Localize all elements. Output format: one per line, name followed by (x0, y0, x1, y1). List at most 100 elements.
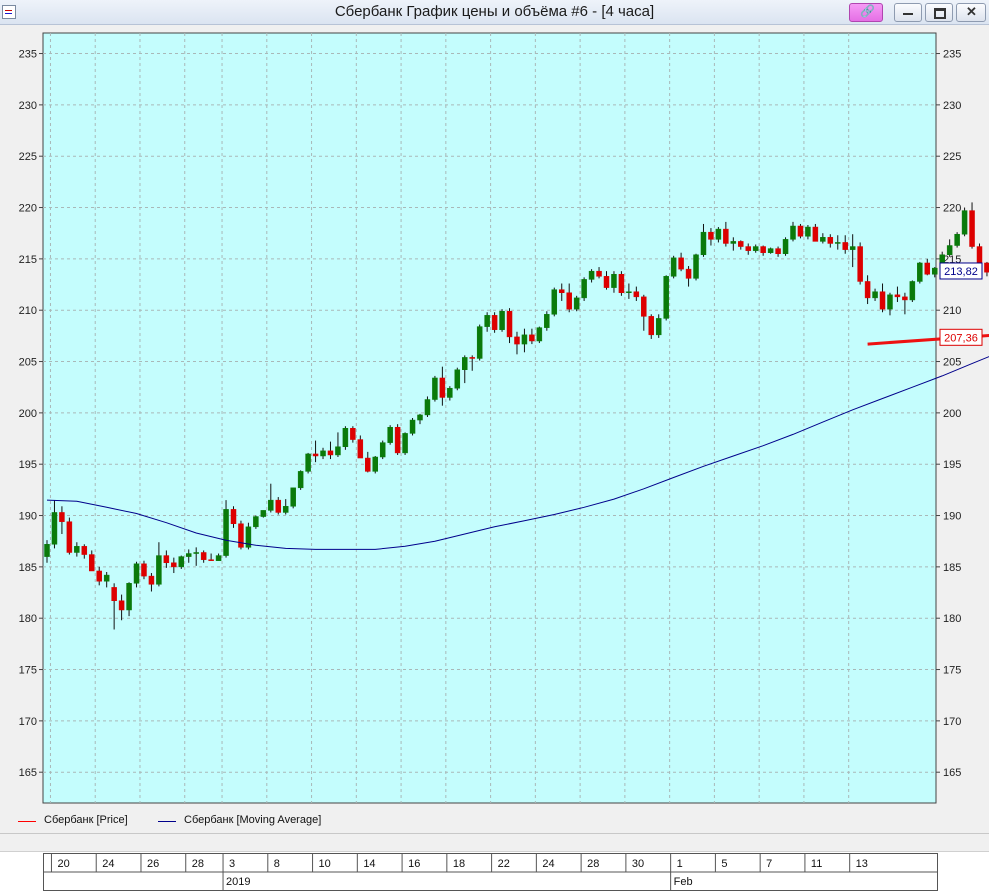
restore-button[interactable] (925, 3, 953, 22)
candle-down (328, 451, 333, 455)
candle-down (358, 440, 363, 458)
candle-down (82, 546, 87, 554)
candle-up (910, 281, 915, 299)
candle-up (955, 234, 960, 245)
candle-up (127, 583, 132, 610)
candle-down (365, 458, 370, 471)
candle-down (112, 587, 117, 600)
candle-up (462, 357, 467, 369)
date-label: 16 (408, 858, 420, 870)
candle-down (238, 524, 243, 548)
candle-down (970, 211, 975, 247)
candle-down (276, 500, 281, 512)
candle-down (641, 297, 646, 317)
candle-down (895, 295, 900, 297)
candle-up (671, 258, 676, 276)
candle-down (529, 335, 534, 341)
date-label: 3 (229, 858, 235, 870)
candle-down (492, 315, 497, 329)
candle-up (156, 556, 161, 585)
date-label: 24 (102, 858, 114, 870)
y-tick-label-right: 170 (943, 716, 961, 728)
candle-up (552, 290, 557, 315)
candle-down (865, 281, 870, 297)
close-button[interactable]: ✕ (956, 3, 986, 22)
y-tick-label-left: 215 (19, 254, 37, 266)
candle-up (582, 279, 587, 297)
candle-up (820, 237, 825, 241)
y-tick-label-right: 200 (943, 408, 961, 420)
candle-up (477, 327, 482, 359)
date-label: 11 (811, 858, 822, 870)
candle-up (283, 506, 288, 512)
candle-up (544, 314, 549, 327)
candle-down (977, 247, 982, 263)
y-tick-label-left: 175 (19, 665, 37, 677)
date-label: 5 (721, 858, 727, 870)
y-tick-label-right: 175 (943, 665, 961, 677)
candle-up (731, 241, 736, 243)
link-button[interactable]: 🔗 (849, 3, 883, 22)
y-tick-label-right: 165 (943, 767, 961, 779)
candle-down (313, 454, 318, 456)
price-chart[interactable]: 1651651701701751751801801851851901901951… (0, 24, 989, 810)
separator (0, 833, 989, 834)
date-label: 26 (147, 858, 159, 870)
plot-area (43, 33, 936, 803)
ma-legend-label: Сбербанк [Moving Average] (184, 814, 321, 826)
price-legend-label: Сбербанк [Price] (44, 814, 128, 826)
candle-down (149, 576, 154, 584)
price-label: 207,36 (944, 332, 978, 344)
candle-up (611, 274, 616, 287)
candle-up (432, 378, 437, 400)
restore-icon (934, 8, 946, 19)
y-tick-label-right: 235 (943, 49, 961, 61)
candle-down (828, 237, 833, 243)
y-tick-label-right: 190 (943, 511, 961, 523)
y-tick-label-right: 230 (943, 100, 961, 112)
y-tick-label-right: 225 (943, 151, 961, 163)
candle-up (410, 420, 415, 433)
date-label: 13 (856, 858, 868, 870)
y-tick-label-right: 185 (943, 562, 961, 574)
candle-down (843, 242, 848, 249)
candle-down (514, 337, 519, 344)
candle-up (485, 315, 490, 326)
candle-down (141, 564, 146, 576)
candle-up (664, 276, 669, 318)
candle-up (537, 328, 542, 341)
candle-up (216, 556, 221, 561)
candle-down (231, 509, 236, 523)
candle-up (522, 335, 527, 344)
candle-up (321, 451, 326, 456)
date-label: 8 (274, 858, 280, 870)
candle-down (746, 247, 751, 251)
candle-up (701, 232, 706, 255)
minimize-button[interactable] (894, 3, 922, 22)
date-axis[interactable]: 2024262838101416182224283015711132019Feb (43, 853, 938, 891)
candle-up (455, 370, 460, 388)
candle-up (753, 247, 758, 251)
candle-down (59, 512, 64, 521)
candle-up (418, 415, 423, 420)
candle-up (261, 510, 266, 516)
y-tick-label-right: 205 (943, 357, 961, 369)
candle-up (805, 227, 810, 236)
candle-down (164, 556, 169, 563)
candle-down (440, 378, 445, 398)
candle-up (589, 271, 594, 279)
price-legend-swatch (18, 821, 36, 822)
candle-up (626, 292, 631, 293)
candle-up (932, 268, 937, 274)
candle-down (649, 316, 654, 334)
date-label: 18 (453, 858, 465, 870)
candle-down (559, 290, 564, 293)
candle-up (291, 488, 296, 506)
date-label: 20 (57, 858, 69, 870)
candle-up (45, 544, 50, 556)
candle-up (268, 500, 273, 510)
candle-up (447, 388, 452, 397)
candle-down (97, 571, 102, 581)
candle-up (224, 509, 229, 555)
y-tick-label-left: 205 (19, 357, 37, 369)
